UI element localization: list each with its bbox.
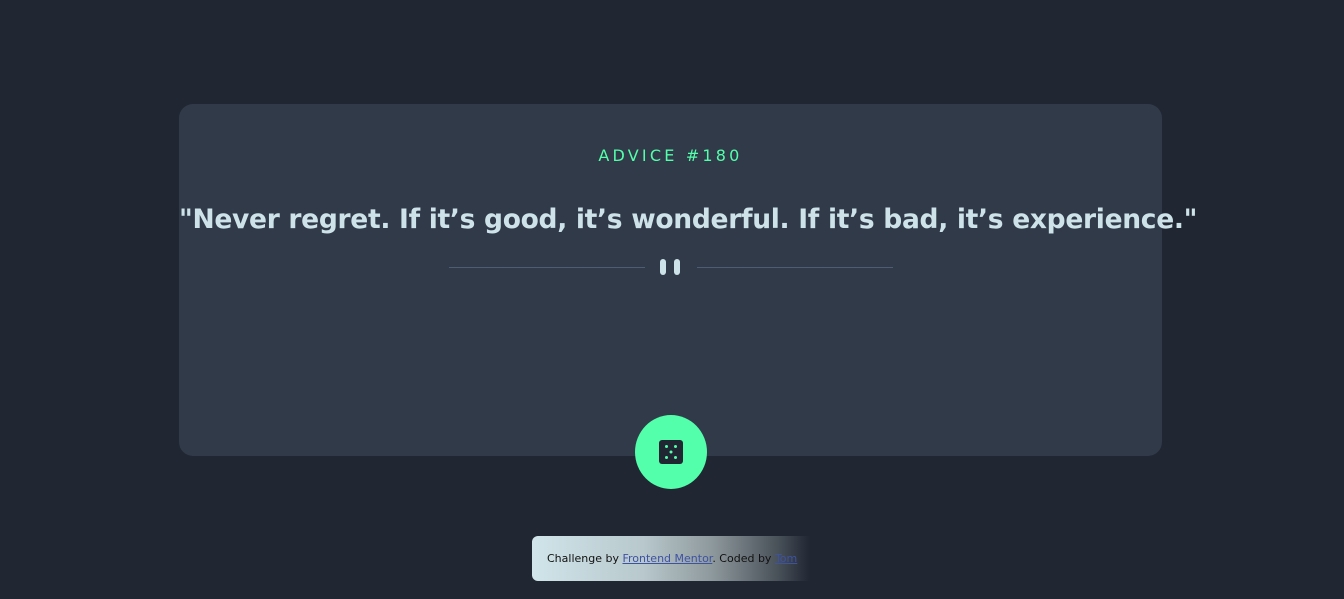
author-link[interactable]: Tom	[775, 552, 797, 565]
advice-quote: "Never regret. If it’s good, it’s wonder…	[179, 204, 1198, 235]
pause-icon	[660, 259, 682, 275]
divider-line-left	[449, 267, 645, 268]
dice-icon	[659, 440, 683, 464]
advice-id: ADVICE #180	[598, 146, 743, 165]
attribution-prefix: Challenge by	[547, 552, 623, 565]
page: ADVICE #180 "Never regret. If it’s good,…	[0, 0, 1344, 599]
attribution-middle: . Coded by	[712, 552, 775, 565]
frontend-mentor-link[interactable]: Frontend Mentor	[622, 552, 712, 565]
attribution: Challenge by Frontend Mentor. Coded by T…	[532, 536, 810, 581]
divider-line-right	[697, 267, 893, 268]
advice-card: ADVICE #180 "Never regret. If it’s good,…	[179, 104, 1198, 456]
new-advice-button[interactable]	[635, 415, 707, 489]
divider	[449, 259, 893, 275]
